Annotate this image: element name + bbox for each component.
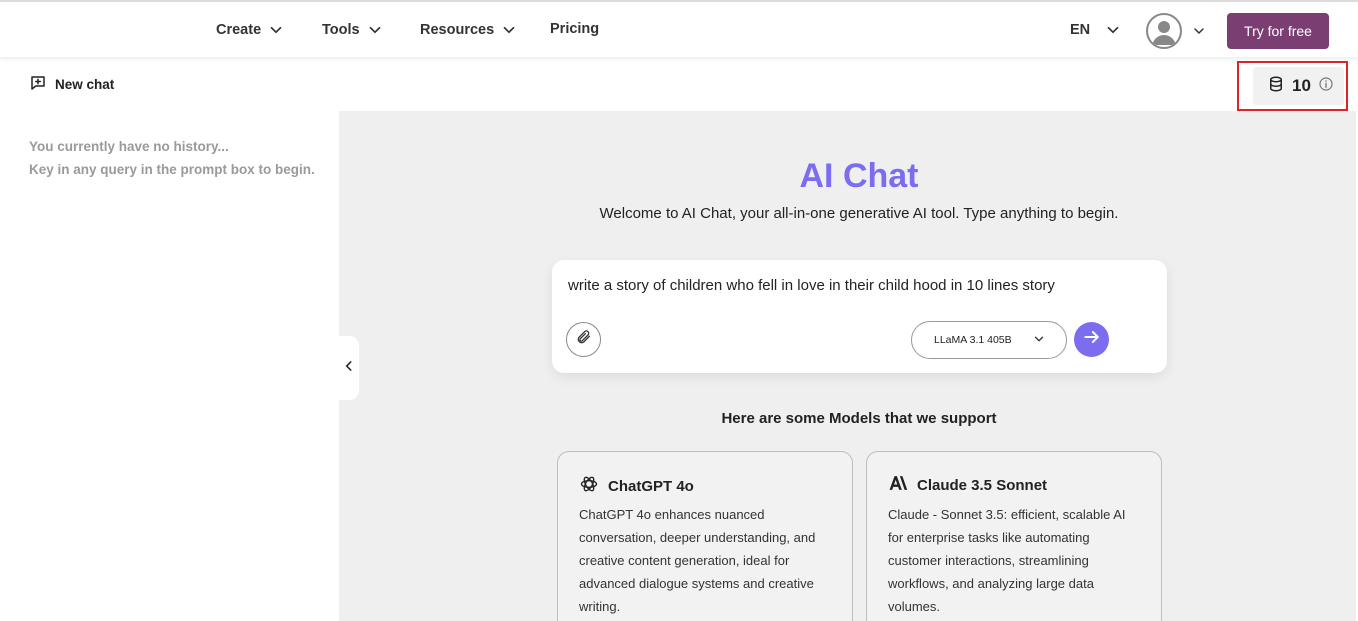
nav-resources-label: Resources — [420, 22, 495, 38]
prompt-box: write a story of children who fell in lo… — [552, 260, 1167, 373]
arrow-right-icon — [1082, 327, 1102, 352]
model-card-description: Claude - Sonnet 3.5: efficient, scalable… — [888, 507, 1126, 614]
credits-counter[interactable]: 10 — [1253, 67, 1344, 105]
try-for-free-button[interactable]: Try for free — [1227, 13, 1329, 49]
credits-value: 10 — [1292, 76, 1311, 95]
top-navigation-bar: Create Tools Resources Pricing EN Try fo… — [0, 0, 1358, 57]
nav-create[interactable]: Create — [216, 21, 285, 39]
prompt-input[interactable]: write a story of children who fell in lo… — [568, 277, 1148, 294]
model-card-title: Claude 3.5 Sonnet — [917, 476, 1048, 494]
history-empty-message: You currently have no history... Key in … — [29, 135, 315, 181]
chevron-down-icon — [267, 21, 285, 39]
account-menu[interactable] — [1146, 13, 1207, 49]
model-card-claude[interactable]: Claude 3.5 Sonnet Claude - Sonnet 3.5: e… — [866, 451, 1162, 621]
model-card-header: Claude 3.5 Sonnet — [888, 474, 1047, 496]
avatar — [1146, 13, 1182, 49]
chevron-down-icon — [1032, 332, 1046, 349]
nav-tools-label: Tools — [322, 22, 360, 38]
anthropic-icon — [888, 474, 908, 496]
chevron-down-icon — [1191, 23, 1207, 39]
nav-tools[interactable]: Tools — [322, 21, 384, 39]
new-chat-label: New chat — [55, 77, 115, 92]
send-button[interactable] — [1074, 322, 1109, 357]
coins-icon — [1267, 75, 1285, 98]
attach-button[interactable] — [566, 322, 601, 357]
chevron-down-icon — [500, 21, 518, 39]
model-card-header: ChatGPT 4o — [579, 474, 694, 498]
model-select[interactable]: LLaMA 3.1 405B — [911, 321, 1067, 359]
new-chat-icon — [29, 74, 47, 95]
model-card-title: ChatGPT 4o — [608, 477, 694, 495]
chevron-left-icon — [342, 359, 356, 378]
credits-highlight: 10 — [1237, 61, 1348, 111]
nav-pricing[interactable]: Pricing — [550, 21, 599, 37]
language-selector[interactable]: EN — [1070, 21, 1122, 39]
new-chat-button[interactable]: New chat — [29, 74, 114, 95]
page-subtitle: Welcome to AI Chat, your all-in-one gene… — [599, 205, 1119, 222]
nav-create-label: Create — [216, 22, 262, 38]
info-icon[interactable] — [1318, 76, 1334, 97]
chevron-down-icon — [1104, 21, 1122, 39]
model-card-chatgpt[interactable]: ChatGPT 4o ChatGPT 4o enhances nuanced c… — [557, 451, 853, 621]
paperclip-icon — [576, 329, 592, 350]
language-label: EN — [1070, 22, 1091, 38]
model-select-value: LLaMA 3.1 405B — [934, 334, 1012, 346]
page-title: AI Chat — [799, 157, 919, 195]
models-heading: Here are some Models that we support — [721, 410, 997, 427]
openai-icon — [579, 474, 599, 498]
history-line: Key in any query in the prompt box to be… — [29, 162, 315, 177]
nav-resources[interactable]: Resources — [420, 21, 518, 39]
chevron-down-icon — [366, 21, 384, 39]
history-line: You currently have no history... — [29, 139, 229, 154]
model-card-description: ChatGPT 4o enhances nuanced conversation… — [579, 507, 816, 614]
nav-pricing-label: Pricing — [550, 21, 600, 37]
collapse-sidebar-button[interactable] — [339, 336, 359, 400]
